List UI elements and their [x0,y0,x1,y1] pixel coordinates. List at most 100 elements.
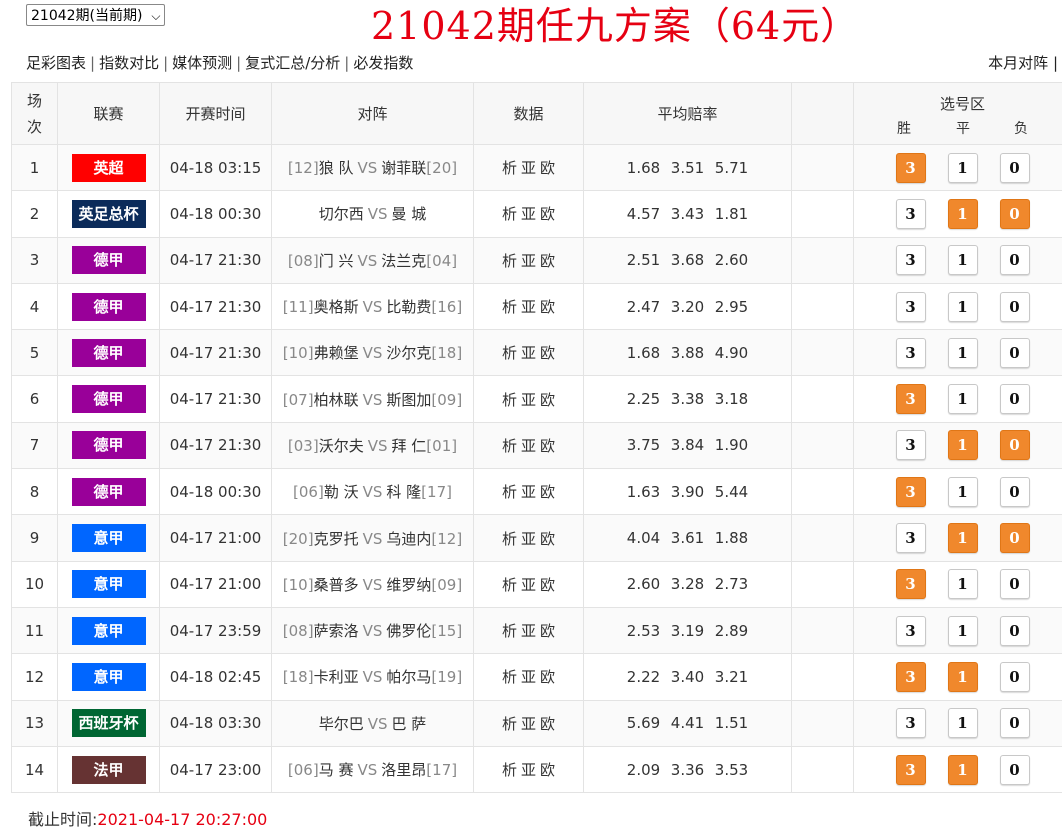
pick-l-button[interactable]: 0 [999,384,1030,415]
pick-d-button[interactable]: 1 [947,245,978,276]
pick-l-button[interactable]: 0 [999,476,1030,507]
away-team-link[interactable]: 帕尔马 [386,668,431,686]
pick-w-button[interactable]: 3 [895,291,926,322]
asian-odds-link[interactable]: 亚 [519,668,538,686]
pick-d-button[interactable]: 1 [947,198,978,229]
pick-l-button[interactable]: 0 [999,245,1030,276]
euro-odds-link[interactable]: 欧 [538,437,557,455]
pick-l-button[interactable]: 0 [999,661,1030,692]
nav-link-betfair[interactable]: 必发指数 [353,54,413,72]
pick-d-button[interactable]: 1 [947,291,978,322]
nav-link-chart[interactable]: 足彩图表 [26,54,86,72]
pick-d-button[interactable]: 1 [947,384,978,415]
asian-odds-link[interactable]: 亚 [519,530,538,548]
league-badge[interactable]: 英足总杯 [71,199,146,228]
analysis-link[interactable]: 析 [500,437,519,455]
analysis-link[interactable]: 析 [500,298,519,316]
pick-w-button[interactable]: 3 [895,754,926,785]
home-team-link[interactable]: 狼 队 [319,159,354,177]
pick-l-button[interactable]: 0 [999,708,1030,739]
away-team-link[interactable]: 斯图加 [386,391,431,409]
analysis-link[interactable]: 析 [500,252,519,270]
asian-odds-link[interactable]: 亚 [519,437,538,455]
analysis-link[interactable]: 析 [500,205,519,223]
home-team-link[interactable]: 勒 沃 [324,483,359,501]
euro-odds-link[interactable]: 欧 [538,483,557,501]
analysis-link[interactable]: 析 [500,344,519,362]
away-team-link[interactable]: 沙尔克 [386,344,431,362]
euro-odds-link[interactable]: 欧 [538,159,557,177]
away-team-link[interactable]: 洛里昂 [381,761,426,779]
pick-w-button[interactable]: 3 [895,152,926,183]
away-team-link[interactable]: 佛罗伦 [386,622,431,640]
home-team-link[interactable]: 沃尔夫 [319,437,364,455]
away-team-link[interactable]: 拜 仁 [392,437,427,455]
analysis-link[interactable]: 析 [500,761,519,779]
asian-odds-link[interactable]: 亚 [519,715,538,733]
pick-l-button[interactable]: 0 [999,569,1030,600]
home-team-link[interactable]: 毕尔巴 [319,715,364,733]
pick-w-button[interactable]: 3 [895,708,926,739]
league-badge[interactable]: 德甲 [71,385,146,414]
pick-d-button[interactable]: 1 [947,754,978,785]
asian-odds-link[interactable]: 亚 [519,205,538,223]
away-team-link[interactable]: 比勒费 [386,298,431,316]
pick-l-button[interactable]: 0 [999,615,1030,646]
euro-odds-link[interactable]: 欧 [538,530,557,548]
pick-l-button[interactable]: 0 [999,523,1030,554]
home-team-link[interactable]: 萨索洛 [314,622,359,640]
analysis-link[interactable]: 析 [500,576,519,594]
asian-odds-link[interactable]: 亚 [519,159,538,177]
nav-link-month-fixtures[interactable]: 本月对阵 | [988,52,1058,73]
home-team-link[interactable]: 克罗托 [314,530,359,548]
pick-d-button[interactable]: 1 [947,152,978,183]
pick-d-button[interactable]: 1 [947,523,978,554]
home-team-link[interactable]: 桑普多 [314,576,359,594]
nav-link-summary[interactable]: 复式汇总/分析 [245,54,340,72]
euro-odds-link[interactable]: 欧 [538,391,557,409]
nav-link-index-compare[interactable]: 指数对比 [99,54,159,72]
home-team-link[interactable]: 奥格斯 [314,298,359,316]
pick-d-button[interactable]: 1 [947,615,978,646]
away-team-link[interactable]: 曼 城 [392,205,427,223]
pick-w-button[interactable]: 3 [895,615,926,646]
league-badge[interactable]: 意甲 [71,616,146,645]
home-team-link[interactable]: 马 赛 [319,761,354,779]
analysis-link[interactable]: 析 [500,530,519,548]
pick-d-button[interactable]: 1 [947,337,978,368]
home-team-link[interactable]: 门 兴 [319,252,354,270]
asian-odds-link[interactable]: 亚 [519,391,538,409]
asian-odds-link[interactable]: 亚 [519,622,538,640]
league-badge[interactable]: 德甲 [71,246,146,275]
away-team-link[interactable]: 法兰克 [381,252,426,270]
league-badge[interactable]: 意甲 [71,662,146,691]
pick-l-button[interactable]: 0 [999,430,1030,461]
period-select[interactable]: 21042期(当前期) ⌵ [26,4,166,26]
analysis-link[interactable]: 析 [500,715,519,733]
asian-odds-link[interactable]: 亚 [519,344,538,362]
pick-w-button[interactable]: 3 [895,523,926,554]
nav-link-media-predict[interactable]: 媒体预测 [172,54,232,72]
pick-w-button[interactable]: 3 [895,476,926,507]
pick-w-button[interactable]: 3 [895,661,926,692]
league-badge[interactable]: 德甲 [71,338,146,367]
pick-l-button[interactable]: 0 [999,152,1030,183]
away-team-link[interactable]: 维罗纳 [386,576,431,594]
analysis-link[interactable]: 析 [500,668,519,686]
pick-l-button[interactable]: 0 [999,337,1030,368]
euro-odds-link[interactable]: 欧 [538,715,557,733]
league-badge[interactable]: 德甲 [71,431,146,460]
league-badge[interactable]: 意甲 [71,524,146,553]
pick-l-button[interactable]: 0 [999,754,1030,785]
asian-odds-link[interactable]: 亚 [519,576,538,594]
pick-w-button[interactable]: 3 [895,384,926,415]
euro-odds-link[interactable]: 欧 [538,668,557,686]
euro-odds-link[interactable]: 欧 [538,205,557,223]
away-team-link[interactable]: 谢菲联 [381,159,426,177]
pick-d-button[interactable]: 1 [947,569,978,600]
asian-odds-link[interactable]: 亚 [519,298,538,316]
away-team-link[interactable]: 巴 萨 [392,715,427,733]
pick-l-button[interactable]: 0 [999,198,1030,229]
asian-odds-link[interactable]: 亚 [519,483,538,501]
analysis-link[interactable]: 析 [500,159,519,177]
